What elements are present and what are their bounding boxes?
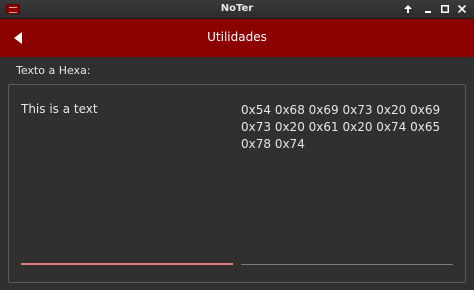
text-input-field[interactable]: This is a text — [21, 102, 98, 116]
hex-output-field[interactable]: 0x54 0x68 0x69 0x73 0x20 0x69 0x73 0x20 … — [241, 102, 455, 153]
converter-label: Texto a Hexa: — [16, 64, 91, 77]
window-titlebar[interactable]: NoTer — [0, 0, 474, 19]
maximize-icon[interactable] — [438, 2, 452, 16]
minimize-icon[interactable] — [421, 2, 435, 16]
arrow-up-icon[interactable] — [401, 2, 415, 16]
text-input-underline — [21, 263, 233, 265]
app-bar: Utilidades — [0, 19, 474, 57]
page-title: Utilidades — [207, 30, 267, 44]
hex-output-underline — [241, 264, 453, 265]
close-icon[interactable] — [455, 2, 469, 16]
